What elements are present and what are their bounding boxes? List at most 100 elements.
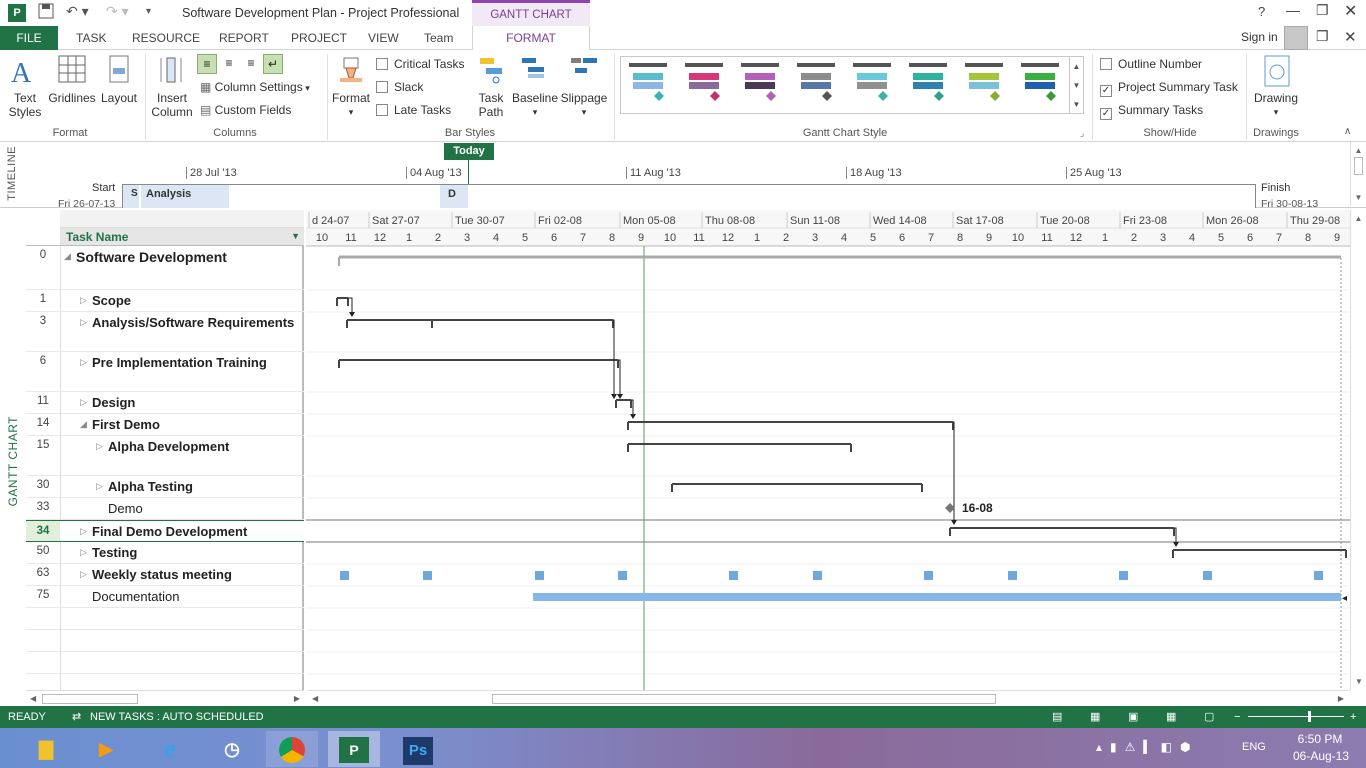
gallery-more-icon[interactable]: ▼ <box>1070 95 1083 114</box>
gantt-view-icon[interactable]: ▤ <box>1052 706 1062 728</box>
tab-team[interactable]: Team <box>424 26 453 50</box>
align-left-icon[interactable]: ≡ <box>197 54 217 74</box>
gantt-style-swatch[interactable] <box>683 61 727 111</box>
gantt-style-dialog-launcher-icon[interactable]: ⌟ <box>1080 128 1084 139</box>
slack-box[interactable] <box>376 81 388 93</box>
team-planner-icon[interactable]: ▣ <box>1128 706 1138 728</box>
task-name-header[interactable]: Task Name ▼ <box>60 228 304 246</box>
gantt-style-swatch[interactable] <box>851 61 895 111</box>
clock-date[interactable]: 06-Aug-13 <box>1286 749 1356 763</box>
project-app-icon[interactable]: P <box>8 4 26 22</box>
table-row[interactable]: 50 ▷ Testing <box>26 542 304 564</box>
timeline-segment-analysis[interactable]: Analysis <box>141 185 229 208</box>
help-button[interactable]: ? <box>1258 4 1265 19</box>
table-row[interactable]: 1 ▷ Scope <box>26 290 304 312</box>
table-row[interactable]: 15 ▷ Alpha Development <box>26 436 304 476</box>
sign-in-link[interactable]: Sign in <box>1241 30 1278 44</box>
chart-vertical-scrollbar[interactable]: ▲ ▼ <box>1350 210 1366 690</box>
table-row[interactable]: 11 ▷ Design <box>26 392 304 414</box>
table-row[interactable]: 3 ▷ Analysis/Software Requirements <box>26 312 304 352</box>
clock-time[interactable]: 6:50 PM <box>1290 732 1350 746</box>
table-row[interactable]: 33 Demo <box>26 498 304 520</box>
drawing-button[interactable]: Drawing ▾ <box>1250 54 1302 119</box>
gantt-style-swatch[interactable] <box>739 61 783 111</box>
collapse-icon[interactable]: ◢ <box>64 251 71 262</box>
zoom-in-icon[interactable]: + <box>1350 706 1356 728</box>
table-row[interactable]: 14 ◢ First Demo <box>26 414 304 436</box>
zoom-slider[interactable] <box>1248 716 1344 717</box>
outline-number-checkbox[interactable]: Outline Number <box>1100 54 1202 74</box>
tab-task[interactable]: TASK <box>76 26 106 50</box>
align-right-icon[interactable]: ≡ <box>241 54 261 74</box>
gantt-style-swatch[interactable] <box>627 61 671 111</box>
layout-button[interactable]: Layout <box>98 54 140 105</box>
outline-number-box[interactable] <box>1100 58 1112 70</box>
table-horizontal-scrollbar[interactable]: ◀ ▶ <box>26 690 304 706</box>
restore-window-icon[interactable]: ❐ <box>1316 2 1329 19</box>
gridlines-button[interactable]: Gridlines <box>48 54 96 105</box>
tab-view[interactable]: VIEW <box>368 26 399 50</box>
table-row[interactable]: 30 ▷ Alpha Testing <box>26 476 304 498</box>
late-tasks-checkbox[interactable]: Late Tasks <box>376 100 451 120</box>
expand-icon[interactable]: ▷ <box>80 317 87 328</box>
slippage-button[interactable]: Slippage ▾ <box>560 54 608 119</box>
gantt-style-swatch[interactable] <box>795 61 839 111</box>
tray-icons[interactable]: ▴▮⚠▍◧⬢ <box>1096 740 1198 754</box>
ribbon-close-icon[interactable]: ✕ <box>1344 28 1357 46</box>
format-bar-button[interactable]: Format ▾ <box>329 54 373 119</box>
photoshop-icon[interactable]: Ps <box>392 731 444 767</box>
table-row[interactable]: 63 ▷ Weekly status meeting <box>26 564 304 586</box>
language-indicator[interactable]: ENG <box>1242 741 1266 753</box>
table-row[interactable]: 75 Documentation <box>26 586 304 608</box>
column-settings-button[interactable]: ▦ Column Settings ▾ <box>200 77 310 97</box>
baseline-button[interactable]: Baseline ▾ <box>512 54 558 119</box>
align-center-icon[interactable]: ≡ <box>219 54 239 74</box>
task-usage-icon[interactable]: ▦ <box>1090 706 1100 728</box>
tab-file[interactable]: FILE <box>0 26 58 50</box>
critical-tasks-checkbox[interactable]: Critical Tasks <box>376 54 464 74</box>
expand-icon[interactable]: ▷ <box>96 441 103 452</box>
project-summary-task-box[interactable]: ✓ <box>1100 85 1112 97</box>
avatar[interactable] <box>1284 26 1308 50</box>
zoom-out-icon[interactable]: − <box>1234 706 1240 728</box>
chart-horizontal-scrollbar[interactable]: ◀ ▶ <box>308 690 1350 706</box>
project-taskbar-icon[interactable]: P <box>328 731 380 767</box>
custom-fields-button[interactable]: ▤ Custom Fields <box>200 100 291 120</box>
table-row-empty[interactable] <box>26 608 304 630</box>
late-tasks-box[interactable] <box>376 104 388 116</box>
gantt-style-swatch[interactable] <box>1019 61 1063 111</box>
slack-checkbox[interactable]: Slack <box>376 77 423 97</box>
tab-resource[interactable]: RESOURCE <box>132 26 200 50</box>
tab-project[interactable]: PROJECT <box>291 26 347 50</box>
tab-report[interactable]: REPORT <box>219 26 269 50</box>
table-row[interactable]: 0 ◢ Software Development <box>26 246 304 290</box>
ribbon-display-options-icon[interactable]: — <box>1286 2 1300 18</box>
close-window-icon[interactable]: ✕ <box>1344 1 1357 21</box>
gantt-style-swatch[interactable] <box>963 61 1007 111</box>
customize-qat-icon[interactable]: ▾ <box>146 6 158 26</box>
gantt-chart[interactable]: d 24-07 Sat 27-07 Tue 30-07 Fri 02-08 Mon 05… <box>306 210 1350 690</box>
summary-tasks-box[interactable]: ✓ <box>1100 108 1112 120</box>
undo-icon[interactable]: ↶ ▾ <box>66 3 96 23</box>
project-summary-task-checkbox[interactable]: ✓ Project Summary Task <box>1100 77 1238 97</box>
insert-column-button[interactable]: Insert Column <box>148 54 196 119</box>
expand-icon[interactable]: ▷ <box>80 357 87 368</box>
expand-icon[interactable]: ▷ <box>80 397 87 408</box>
table-row-empty[interactable] <box>26 630 304 652</box>
critical-tasks-box[interactable] <box>376 58 388 70</box>
zoom-slider-thumb[interactable] <box>1308 711 1311 722</box>
timeline-scrollbar[interactable]: ▲ ▼ <box>1350 142 1366 208</box>
gallery-up-icon[interactable]: ▲ <box>1070 57 1083 76</box>
expand-icon[interactable]: ▷ <box>80 547 87 558</box>
expand-icon[interactable]: ▷ <box>80 526 87 537</box>
ribbon-restore-icon[interactable]: ❐ <box>1316 28 1329 45</box>
wrap-text-icon[interactable]: ↵ <box>263 54 283 74</box>
file-explorer-icon[interactable]: ▇ <box>20 731 72 767</box>
expand-icon[interactable]: ▷ <box>80 569 87 580</box>
task-path-button[interactable]: Task Path <box>472 54 510 119</box>
text-styles-button[interactable]: A Text Styles <box>4 54 46 119</box>
filter-dropdown-icon[interactable]: ▼ <box>291 231 300 241</box>
clock-app-icon[interactable]: ◷ <box>206 731 258 767</box>
internet-explorer-icon[interactable]: e <box>144 731 196 767</box>
gantt-style-swatch[interactable] <box>907 61 951 111</box>
